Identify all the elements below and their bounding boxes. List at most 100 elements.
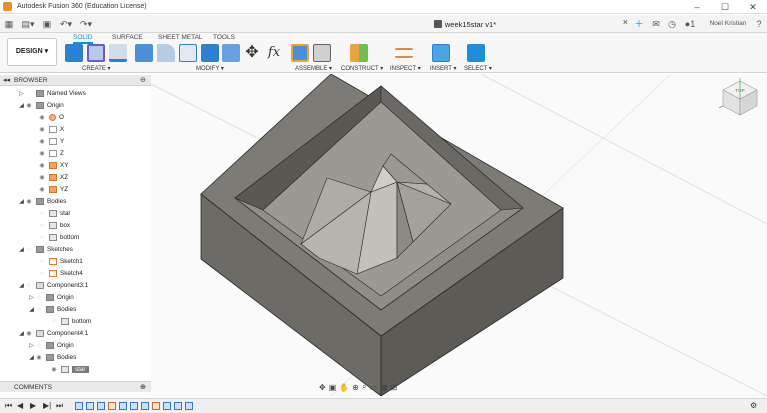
tree-node[interactable]: ◌ star (38, 208, 71, 219)
expand-icon[interactable]: ▷ (18, 90, 25, 97)
timeline-play-icon[interactable]: ▶ (30, 401, 36, 411)
visibility-icon[interactable]: ◌ (25, 283, 33, 289)
undo-icon[interactable]: ↶▾ (58, 17, 74, 31)
tree-node[interactable]: ▷ Named Views (18, 88, 86, 99)
document-tab-close[interactable]: × (623, 17, 628, 27)
tree-node[interactable]: ◉ XY (38, 160, 68, 171)
timeline-feature[interactable] (174, 402, 182, 410)
press-pull-icon[interactable] (135, 44, 153, 62)
combine-icon[interactable] (201, 44, 219, 62)
tab-solid[interactable]: SOLID (73, 34, 93, 44)
user-name[interactable]: Noel Kristian (706, 17, 750, 31)
browser-options-icon[interactable]: ⊖ (140, 76, 146, 84)
tree-node[interactable]: ▷ ◌ Origin (28, 292, 74, 303)
group-select[interactable]: SELECT ▾ (464, 65, 492, 72)
visibility-icon[interactable]: ◌ (38, 211, 46, 217)
timeline-feature[interactable] (130, 402, 138, 410)
visibility-icon[interactable]: ◌ (35, 343, 43, 349)
tab-tools[interactable]: TOOLS (213, 34, 235, 41)
timeline-feature[interactable] (141, 402, 149, 410)
group-construct[interactable]: CONSTRUCT ▾ (341, 65, 383, 72)
create-form-icon[interactable] (87, 44, 105, 62)
timeline-feature[interactable] (119, 402, 127, 410)
shell-icon[interactable] (179, 44, 197, 62)
tree-node[interactable]: ◢ ◌ Component3:1 (18, 280, 88, 291)
visibility-icon[interactable]: ◉ (38, 150, 46, 157)
viewcube[interactable]: TOP (719, 77, 761, 119)
visibility-icon[interactable]: ◉ (38, 138, 46, 145)
visibility-icon[interactable]: ◉ (38, 174, 46, 181)
grid-settings-icon[interactable]: ▦ (380, 383, 388, 392)
collapse-icon[interactable]: ◢ (18, 198, 25, 205)
collapse-browser-icon[interactable]: ◂◂ (3, 76, 10, 84)
orbit-icon[interactable]: ✥ (319, 383, 326, 392)
visibility-icon[interactable]: ◌ (25, 247, 33, 253)
look-at-icon[interactable]: ▣ (329, 383, 337, 392)
parameters-icon[interactable]: fx (265, 44, 283, 62)
timeline-back-icon[interactable]: ◀ (17, 401, 23, 411)
timeline-end-icon[interactable]: ⏭ (56, 401, 63, 411)
visibility-icon[interactable]: ◌ (35, 295, 43, 301)
visibility-icon[interactable]: ◉ (25, 102, 33, 109)
tree-node[interactable]: ◌ bottom (50, 316, 91, 327)
timeline-settings-icon[interactable]: ⚙ (750, 401, 757, 411)
visibility-icon[interactable]: ◌ (35, 307, 43, 313)
clock-icon[interactable]: ◷ (666, 17, 678, 31)
collapse-icon[interactable]: ◢ (28, 354, 35, 361)
offset-plane-icon[interactable] (350, 44, 368, 62)
select-cursor-icon[interactable] (467, 44, 485, 62)
tree-node[interactable]: ◉ Y (38, 136, 64, 147)
expand-icon[interactable]: ▷ (28, 294, 35, 301)
visibility-icon[interactable]: ◉ (35, 354, 43, 361)
visibility-icon[interactable]: ◉ (38, 186, 46, 193)
fillet-icon[interactable] (157, 44, 175, 62)
tree-node[interactable]: ◉ Z (38, 148, 64, 159)
tree-node[interactable]: ◌ bottom (38, 232, 79, 243)
fit-icon[interactable]: ⌕ (362, 382, 366, 392)
move-icon[interactable]: ✥ (243, 44, 261, 62)
zoom-icon[interactable]: ⊕ (352, 383, 359, 392)
insert-image-icon[interactable] (432, 44, 450, 62)
new-component-icon[interactable] (65, 44, 83, 62)
display-settings-icon[interactable]: ▭ (369, 383, 377, 392)
timeline-feature[interactable] (75, 402, 83, 410)
group-modify[interactable]: MODIFY ▾ (196, 65, 224, 72)
tree-node[interactable]: ◌ box (38, 220, 70, 231)
scale-icon[interactable] (222, 44, 240, 62)
visibility-icon[interactable]: ◌ (38, 223, 46, 229)
tab-surface[interactable]: SURFACE (112, 34, 143, 41)
canvas-viewport[interactable] (151, 74, 767, 396)
timeline-start-icon[interactable]: ⏮ (5, 401, 12, 411)
model-canvas[interactable] (151, 74, 767, 396)
notifications-icon[interactable]: ✉ (650, 17, 662, 31)
close-icon[interactable]: ✕ (739, 0, 767, 14)
viewports-icon[interactable]: ⊞ (391, 383, 398, 392)
tree-node[interactable]: ◢ ◌ Sketches (18, 244, 73, 255)
collapse-icon[interactable]: ◢ (28, 306, 35, 313)
tree-node[interactable]: ◢ ◉ Component4:1 (18, 328, 88, 339)
visibility-icon[interactable]: ◌ (38, 259, 46, 265)
timeline-feature[interactable] (97, 402, 105, 410)
add-comment-icon[interactable]: ⊕ (140, 383, 146, 391)
extrude-icon[interactable] (109, 44, 127, 62)
visibility-icon[interactable]: ◌ (50, 319, 58, 325)
help-icon[interactable]: ? (753, 17, 765, 31)
measure-icon[interactable] (395, 48, 413, 58)
visibility-icon[interactable]: ◌ (38, 235, 46, 241)
workspace-switcher[interactable]: DESIGN ▾ (7, 38, 57, 66)
visibility-icon[interactable]: ◌ (38, 271, 46, 277)
minimize-icon[interactable]: – (683, 0, 711, 14)
visibility-icon[interactable]: ◉ (38, 126, 46, 133)
timeline-forward-icon[interactable]: ▶| (43, 401, 51, 411)
tree-node[interactable]: ◉ YZ (38, 184, 68, 195)
expand-icon[interactable]: ▷ (28, 342, 35, 349)
timeline-feature[interactable] (163, 402, 171, 410)
tree-node[interactable]: ▷ ◌ Origin (28, 340, 74, 351)
collapse-icon[interactable]: ◢ (18, 282, 25, 289)
timeline-feature[interactable] (185, 402, 193, 410)
tree-node[interactable]: ◌ Sketch4 (38, 268, 83, 279)
visibility-icon[interactable]: ◉ (25, 198, 33, 205)
tree-node[interactable]: ◢ ◌ Bodies (28, 304, 76, 315)
group-insert[interactable]: INSERT ▾ (430, 65, 456, 72)
save-icon[interactable]: ▣ (41, 17, 53, 31)
